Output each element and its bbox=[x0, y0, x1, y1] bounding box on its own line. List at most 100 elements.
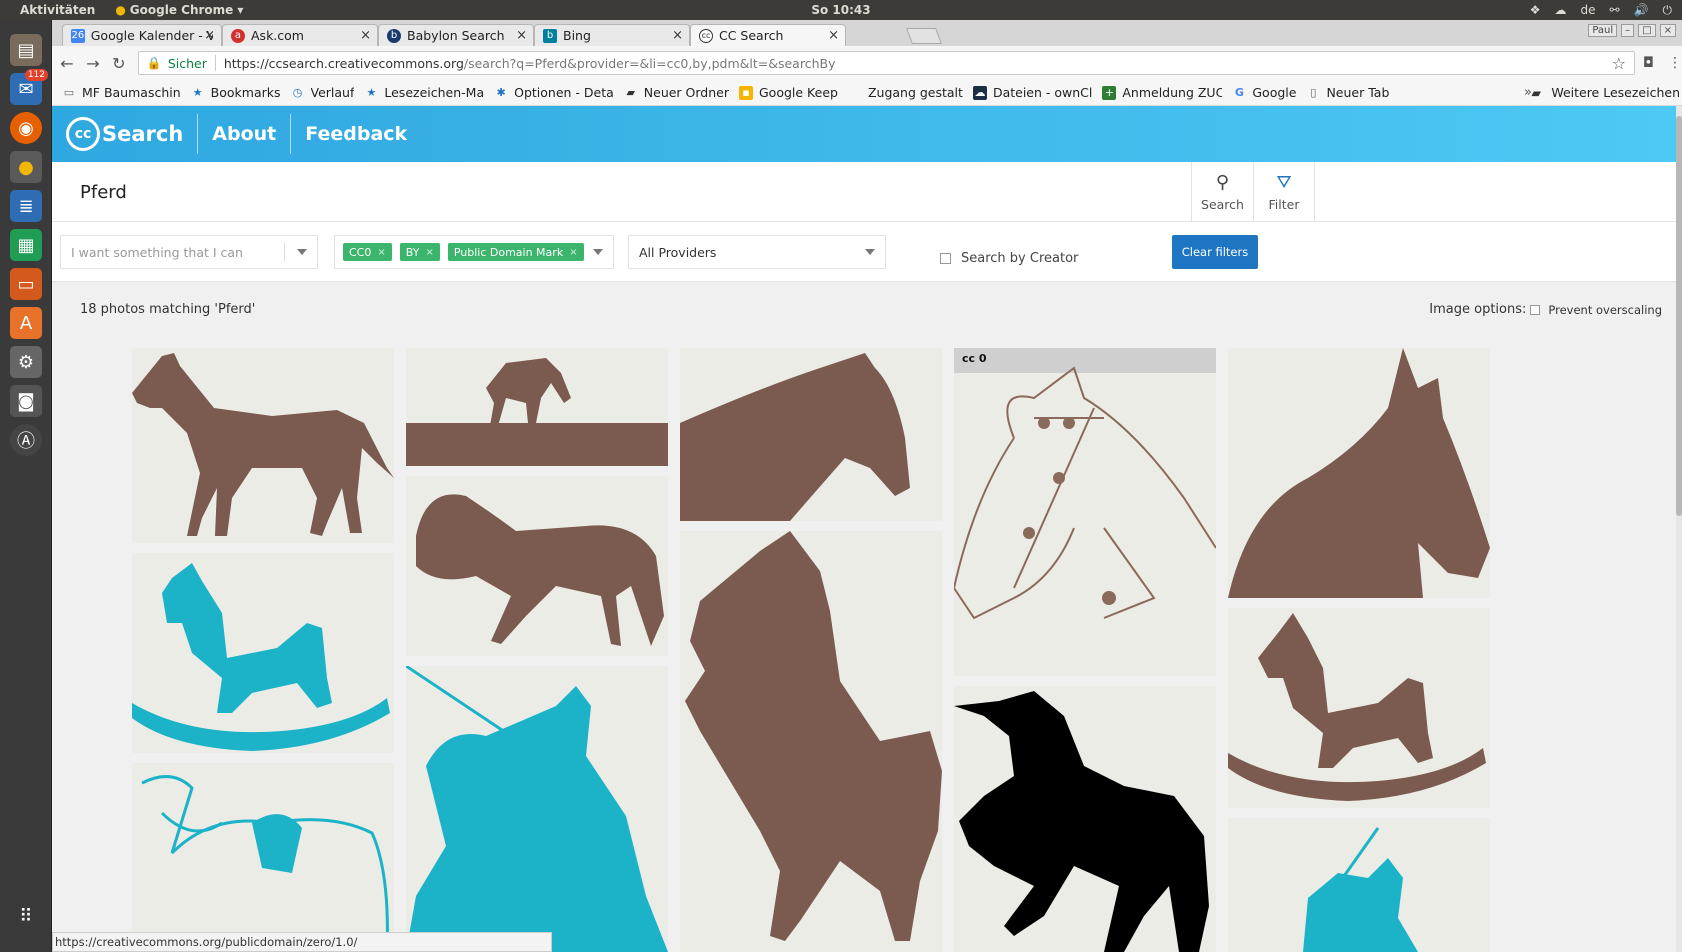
new-tab-button[interactable] bbox=[906, 28, 942, 44]
image-result[interactable] bbox=[132, 348, 394, 543]
search-button[interactable]: ⚲ Search bbox=[1191, 162, 1253, 222]
files-icon[interactable]: ▤ bbox=[10, 34, 42, 66]
app-grid-icon[interactable]: ⠿ bbox=[10, 900, 42, 932]
bookmark-item[interactable]: + Anmeldung ZUC bbox=[1102, 85, 1222, 100]
activities-button[interactable]: Aktivitäten bbox=[20, 3, 95, 17]
bookmark-item[interactable]: ▯ Neuer Tab bbox=[1306, 85, 1389, 100]
tab-bing[interactable]: b Bing × bbox=[534, 24, 690, 46]
minimize-icon[interactable]: – bbox=[1621, 24, 1635, 37]
bookmark-item[interactable]: ▰ Neuer Ordner bbox=[624, 85, 729, 100]
image-result[interactable]: cc 0 bbox=[954, 348, 1216, 676]
close-window-icon[interactable]: × bbox=[1659, 24, 1676, 37]
search-input[interactable]: Pferd bbox=[80, 182, 127, 203]
tab-google-calendar[interactable]: 26 Google Kalender - V × bbox=[62, 24, 222, 46]
scrollbar-thumb[interactable] bbox=[1676, 116, 1682, 516]
extension-icon[interactable]: ◘ bbox=[1643, 55, 1654, 71]
power-icon[interactable]: ⏻ bbox=[1663, 3, 1673, 18]
image-result[interactable] bbox=[132, 763, 394, 952]
bookmark-item[interactable]: ☁ Dateien - ownCl bbox=[972, 85, 1092, 100]
image-result[interactable] bbox=[680, 348, 942, 521]
thunderbird-icon[interactable]: ✉ 112 bbox=[10, 69, 48, 105]
close-icon[interactable]: × bbox=[672, 28, 683, 43]
license-chip-cc0[interactable]: CC0 × bbox=[343, 243, 392, 261]
clear-filters-button[interactable]: Clear filters bbox=[1172, 235, 1258, 269]
use-select-placeholder: I want something that I can bbox=[71, 244, 243, 260]
bookmark-item[interactable]: ★ Bookmarks bbox=[191, 85, 281, 100]
software-center-icon[interactable]: A bbox=[10, 307, 42, 339]
license-chip-by[interactable]: BY × bbox=[399, 243, 440, 261]
bookmark-item[interactable]: Zugang gestalt bbox=[848, 85, 963, 100]
remove-chip-icon[interactable]: × bbox=[377, 247, 385, 258]
image-result[interactable] bbox=[406, 348, 668, 466]
search-by-creator-toggle[interactable]: Search by Creator bbox=[940, 251, 1078, 266]
close-icon[interactable]: × bbox=[360, 28, 371, 43]
maximize-icon[interactable]: □ bbox=[1638, 24, 1656, 37]
image-result[interactable] bbox=[1228, 818, 1490, 952]
tab-label: Bing bbox=[563, 28, 591, 43]
cyan-rocking-horse-image bbox=[132, 563, 390, 751]
updater-icon[interactable]: Ⓐ bbox=[10, 424, 42, 456]
use-select[interactable]: I want something that I can bbox=[60, 235, 318, 269]
tab-cc-search[interactable]: cc CC Search × bbox=[690, 24, 846, 46]
network-icon[interactable]: ⚯ bbox=[1609, 3, 1619, 17]
camera-icon[interactable]: ◙ bbox=[10, 385, 42, 417]
bookmark-item[interactable]: ◷ Verlauf bbox=[291, 85, 355, 100]
volume-icon[interactable]: 🔊 bbox=[1634, 3, 1649, 17]
impress-icon[interactable]: ▭ bbox=[10, 268, 42, 300]
bookmark-item[interactable]: ★ Lesezeichen-Ma bbox=[364, 85, 484, 100]
firefox-icon[interactable]: ◉ bbox=[10, 112, 42, 144]
cloud-icon[interactable]: ☁ bbox=[1554, 3, 1566, 17]
dropbox-icon[interactable]: ❖ bbox=[1530, 3, 1541, 17]
chrome-icon: ● bbox=[115, 3, 126, 17]
clock: So 10:43 bbox=[811, 3, 871, 17]
prevent-overscaling-checkbox[interactable] bbox=[1530, 304, 1541, 315]
license-chip-pdm[interactable]: Public Domain Mark × bbox=[447, 243, 584, 261]
image-result[interactable] bbox=[406, 476, 668, 656]
license-select[interactable]: CC0 × BY × Public Domain Mark × bbox=[334, 235, 614, 269]
image-result[interactable] bbox=[1228, 608, 1490, 808]
nav-feedback[interactable]: Feedback bbox=[305, 123, 407, 145]
settings-icon[interactable]: ⚙ bbox=[10, 346, 42, 378]
provider-select[interactable]: All Providers bbox=[628, 235, 886, 269]
cc-search-logo[interactable]: cc Search bbox=[66, 117, 183, 151]
remove-chip-icon[interactable]: × bbox=[425, 247, 433, 258]
chrome-launcher-icon[interactable]: ● bbox=[10, 151, 42, 183]
image-result[interactable] bbox=[406, 666, 668, 952]
launcher: ▤ ✉ 112 ◉ ● ≣ ▦ ▭ A ⚙ ◙ Ⓐ ⠿ bbox=[0, 20, 52, 952]
search-bar: Pferd ⚲ Search ⛛ Filter bbox=[52, 162, 1682, 222]
language-indicator[interactable]: de bbox=[1580, 3, 1595, 17]
app-menu[interactable]: ● Google Chrome ▾ bbox=[115, 3, 243, 17]
tab-babylon[interactable]: b Babylon Search × bbox=[378, 24, 534, 46]
user-profile-button[interactable]: Paul bbox=[1588, 24, 1618, 37]
menu-icon[interactable]: ⋮ bbox=[1668, 55, 1682, 71]
bookmark-item[interactable]: ▭ MF Baumaschin bbox=[62, 85, 181, 100]
page-scrollbar[interactable] bbox=[1676, 106, 1682, 952]
reload-icon[interactable]: ↻ bbox=[108, 54, 130, 73]
close-icon[interactable]: × bbox=[516, 28, 527, 43]
other-bookmarks-label: Weitere Lesezeichen bbox=[1551, 85, 1680, 100]
image-result[interactable] bbox=[954, 686, 1216, 952]
back-icon[interactable]: ← bbox=[56, 54, 78, 73]
close-icon[interactable]: × bbox=[828, 28, 839, 43]
link-status-bar: https://creativecommons.org/publicdomain… bbox=[52, 932, 552, 952]
image-result[interactable] bbox=[680, 531, 942, 952]
cc0-license-badge[interactable]: cc 0 bbox=[962, 352, 987, 365]
lock-icon[interactable]: 🔒 bbox=[147, 56, 162, 70]
nav-about[interactable]: About bbox=[212, 123, 276, 145]
tab-ask[interactable]: a Ask.com × bbox=[222, 24, 378, 46]
image-result[interactable] bbox=[1228, 348, 1490, 598]
url-input[interactable]: 🔒 Sicher https://ccsearch.creativecommon… bbox=[137, 51, 1635, 75]
writer-icon[interactable]: ≣ bbox=[10, 190, 42, 222]
filter-button[interactable]: ⛛ Filter bbox=[1253, 162, 1315, 222]
bookmark-item[interactable]: ▪ Google Keep bbox=[739, 85, 838, 100]
bookmark-star-icon[interactable]: ☆ bbox=[1612, 54, 1626, 73]
bookmark-item[interactable]: ✱ Optionen - Deta bbox=[494, 85, 614, 100]
other-bookmarks[interactable]: ▰ Weitere Lesezeichen bbox=[1531, 85, 1680, 100]
close-icon[interactable]: × bbox=[204, 28, 215, 43]
image-result[interactable] bbox=[132, 553, 394, 753]
calc-icon[interactable]: ▦ bbox=[10, 229, 42, 261]
forward-icon[interactable]: → bbox=[82, 54, 104, 73]
creator-checkbox[interactable] bbox=[940, 253, 951, 264]
bookmark-item[interactable]: G Google bbox=[1232, 85, 1297, 100]
remove-chip-icon[interactable]: × bbox=[569, 247, 577, 258]
